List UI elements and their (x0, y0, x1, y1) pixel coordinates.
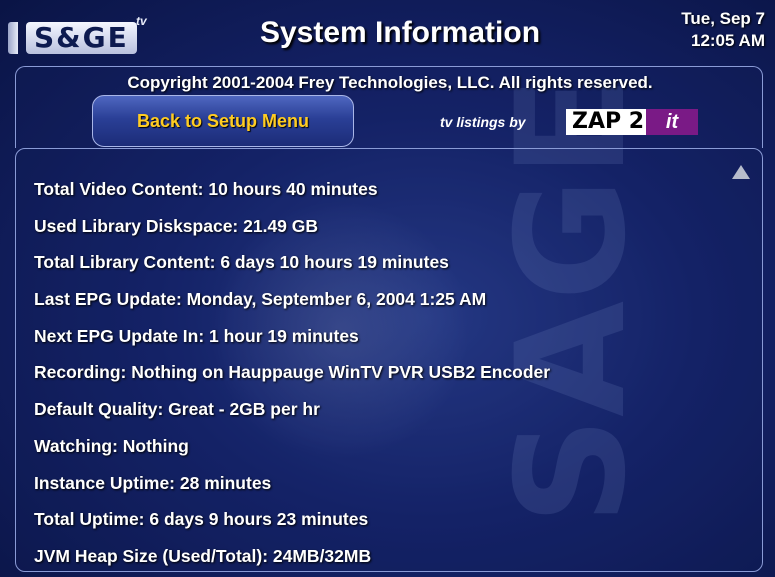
zap2it-logo-suffix: it (646, 109, 698, 135)
logo-tv: tv (136, 14, 147, 28)
back-to-setup-menu-button[interactable]: Back to Setup Menu (92, 95, 354, 147)
info-item: JVM Heap Size (Used/Total): 24MB/32MB (34, 545, 372, 566)
info-item: Watching: Nothing (34, 435, 189, 456)
copyright-notice: Copyright 2001-2004 Frey Technologies, L… (127, 73, 653, 92)
top-panel: Copyright 2001-2004 Frey Technologies, L… (15, 66, 763, 148)
info-item: Total Library Content: 6 days 10 hours 1… (34, 252, 449, 273)
screen: SAGE S&GE tv System Information Tue, Sep… (0, 0, 775, 577)
listings-label: tv listings by (440, 114, 526, 130)
info-item: Total Video Content: 10 hours 40 minutes (34, 179, 378, 199)
logo-text: S&GE (26, 22, 137, 54)
logo-bar (8, 22, 18, 54)
header: S&GE tv System Information Tue, Sep 7 12… (0, 0, 775, 66)
datetime: Tue, Sep 7 12:05 AM (681, 8, 765, 52)
info-item: Recording: Nothing on Hauppauge WinTV PV… (34, 362, 551, 383)
system-info-list: Total Video Content: 10 hours 40 minutes… (34, 171, 550, 575)
scroll-up-arrow-icon[interactable] (732, 165, 750, 179)
sage-logo: S&GE tv (8, 14, 168, 58)
page-title: System Information (259, 16, 541, 49)
info-item: Next EPG Update In: 1 hour 19 minutes (34, 325, 359, 346)
info-item: Default Quality: Great - 2GB per hr (34, 399, 320, 420)
time-label: 12:05 AM (690, 31, 765, 50)
system-info-panel: Total Video Content: 10 hours 40 minutes… (15, 148, 763, 572)
date-label: Tue, Sep 7 (681, 9, 765, 28)
info-item: Last EPG Update: Monday, September 6, 20… (34, 289, 487, 310)
info-item: Total Uptime: 6 days 9 hours 23 minutes (34, 509, 369, 530)
info-item: Instance Uptime: 28 minutes (34, 472, 272, 493)
info-item: Used Library Diskspace: 21.49 GB (34, 215, 319, 236)
